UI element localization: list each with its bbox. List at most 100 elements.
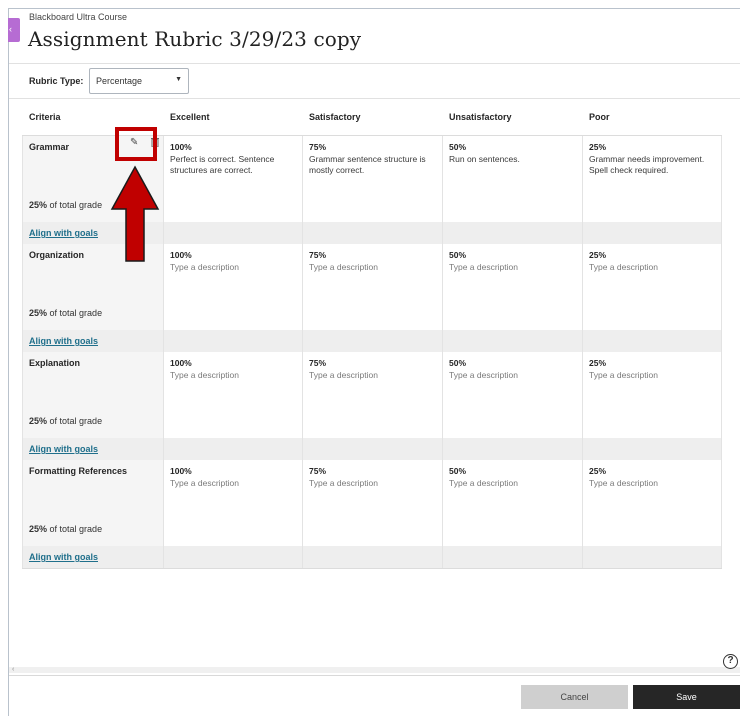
criterion-weight-suffix: of total grade — [49, 200, 103, 210]
level-description: Type a description — [309, 478, 378, 488]
level-description: Type a description — [589, 478, 658, 488]
criterion-weight: 25% of total grade — [29, 524, 102, 534]
criterion-weight-suffix: of total grade — [49, 524, 103, 534]
align-row: Align with goals — [22, 438, 722, 460]
arrow-up-annotation — [110, 165, 160, 262]
level-description: Type a description — [170, 370, 239, 380]
scroll-left-icon[interactable]: ‹ — [12, 666, 14, 673]
rubric-type-label: Rubric Type: — [29, 76, 84, 86]
criterion-weight-value: 25% — [29, 416, 48, 426]
level-cell[interactable]: 100% Type a description — [170, 250, 298, 273]
column-header-poor[interactable]: Poor — [589, 112, 610, 122]
criterion-weight-value: 25% — [29, 524, 48, 534]
level-value: 75% — [309, 142, 327, 152]
level-value: 50% — [449, 250, 467, 260]
level-value: 50% — [449, 358, 467, 368]
criterion-weight: 25% of total grade — [29, 200, 102, 210]
level-value: 25% — [589, 466, 607, 476]
caret-down-icon: ▼ — [175, 76, 182, 83]
criterion-name[interactable]: Explanation — [29, 358, 80, 368]
horizontal-scrollbar[interactable] — [9, 667, 740, 673]
column-divider — [442, 100, 443, 568]
align-with-goals-link[interactable]: Align with goals — [29, 336, 98, 346]
level-cell[interactable]: 75% Grammar sentence structure is mostly … — [309, 142, 437, 176]
level-cell[interactable]: 50% Type a description — [449, 250, 577, 273]
level-description: Type a description — [449, 262, 518, 272]
column-divider — [721, 100, 722, 568]
level-value: 50% — [449, 142, 467, 152]
level-description: Type a description — [170, 262, 239, 272]
level-value: 50% — [449, 466, 467, 476]
level-value: 25% — [589, 358, 607, 368]
level-cell[interactable]: 25% Grammar needs improvement. Spell chec… — [589, 142, 717, 176]
align-with-goals-link[interactable]: Align with goals — [29, 444, 98, 454]
level-description: Type a description — [449, 478, 518, 488]
level-cell[interactable]: 25% Type a description — [589, 358, 717, 381]
level-description: Grammar sentence structure is mostly cor… — [309, 154, 426, 175]
level-value: 100% — [170, 142, 192, 152]
level-value: 100% — [170, 250, 192, 260]
align-with-goals-link[interactable]: Align with goals — [29, 228, 98, 238]
level-value: 25% — [589, 250, 607, 260]
cancel-button[interactable]: Cancel — [521, 685, 628, 709]
level-description: Type a description — [589, 370, 658, 380]
level-description: Type a description — [309, 262, 378, 272]
chevron-left-icon: ‹ — [9, 24, 12, 34]
column-divider — [582, 100, 583, 568]
criterion-name[interactable]: Grammar — [29, 142, 69, 152]
level-value: 25% — [589, 142, 607, 152]
criterion-name[interactable]: Organization — [29, 250, 84, 260]
column-header-satisfactory[interactable]: Satisfactory — [309, 112, 361, 122]
criterion-weight-suffix: of total grade — [49, 308, 103, 318]
level-cell[interactable]: 50% Type a description — [449, 358, 577, 381]
level-cell[interactable]: 50% Run on sentences. — [449, 142, 577, 165]
rubric-type-value: Percentage — [96, 76, 143, 86]
level-description: Run on sentences. — [449, 154, 520, 164]
save-button[interactable]: Save — [633, 685, 740, 709]
align-row: Align with goals — [22, 546, 722, 568]
level-value: 100% — [170, 358, 192, 368]
course-tab[interactable]: ‹ — [8, 18, 20, 42]
level-value: 100% — [170, 466, 192, 476]
level-value: 75% — [309, 466, 327, 476]
level-description: Type a description — [449, 370, 518, 380]
level-cell[interactable]: 25% Type a description — [589, 250, 717, 273]
level-cell[interactable]: 75% Type a description — [309, 466, 437, 489]
level-cell[interactable]: 50% Type a description — [449, 466, 577, 489]
column-header-excellent[interactable]: Excellent — [170, 112, 210, 122]
align-with-goals-link[interactable]: Align with goals — [29, 552, 98, 562]
footer-divider — [9, 675, 740, 676]
level-description: Perfect is correct. Sentence structures … — [170, 154, 275, 175]
level-description: Type a description — [309, 370, 378, 380]
column-header-unsatisfactory[interactable]: Unsatisfactory — [449, 112, 512, 122]
level-description: Type a description — [589, 262, 658, 272]
column-header-criteria: Criteria — [29, 112, 61, 122]
rubric-type-select[interactable]: Percentage ▼ — [89, 68, 189, 94]
level-cell[interactable]: 100% Type a description — [170, 466, 298, 489]
course-name: Blackboard Ultra Course — [29, 12, 128, 22]
level-cell[interactable]: 100% Type a description — [170, 358, 298, 381]
criterion-weight-value: 25% — [29, 200, 48, 210]
column-divider — [163, 100, 164, 568]
level-value: 75% — [309, 358, 327, 368]
level-description: Type a description — [170, 478, 239, 488]
criterion-name[interactable]: Formatting References — [29, 466, 127, 476]
criterion-weight-suffix: of total grade — [49, 416, 103, 426]
divider — [9, 98, 740, 99]
criterion-weight: 25% of total grade — [29, 416, 102, 426]
page-title[interactable]: Assignment Rubric 3/29/23 copy — [28, 27, 361, 51]
help-icon[interactable]: ? — [723, 654, 738, 669]
criterion-weight-value: 25% — [29, 308, 48, 318]
table-bottom-border — [22, 568, 722, 569]
level-cell[interactable]: 75% Type a description — [309, 358, 437, 381]
level-description: Grammar needs improvement. Spell check r… — [589, 154, 705, 175]
level-cell[interactable]: 25% Type a description — [589, 466, 717, 489]
divider — [9, 63, 740, 64]
level-cell[interactable]: 75% Type a description — [309, 250, 437, 273]
highlight-box — [115, 127, 157, 161]
column-divider — [302, 100, 303, 568]
align-row: Align with goals — [22, 330, 722, 352]
level-cell[interactable]: 100% Perfect is correct. Sentence structu… — [170, 142, 298, 176]
criterion-weight: 25% of total grade — [29, 308, 102, 318]
level-value: 75% — [309, 250, 327, 260]
